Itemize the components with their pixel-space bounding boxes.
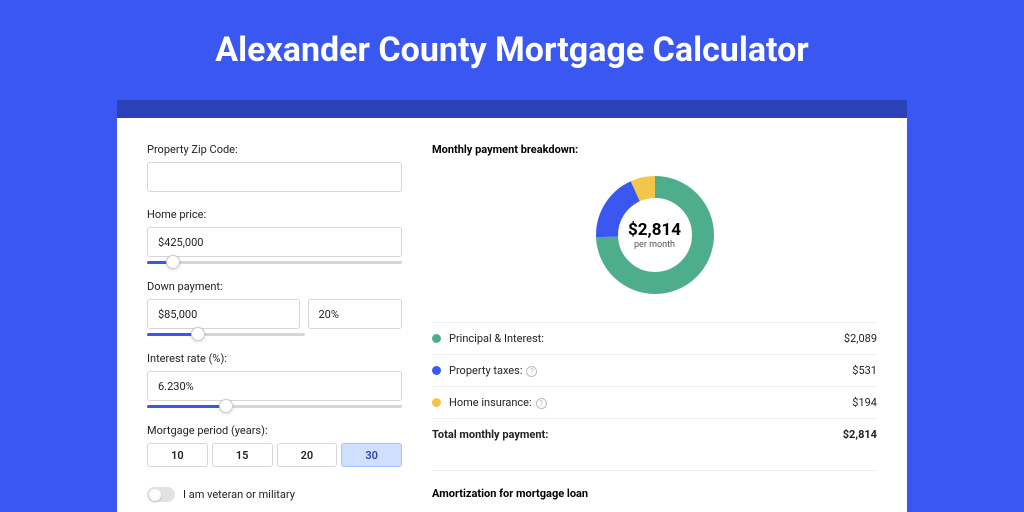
period-field: Mortgage period (years): 10 15 20 30 <box>147 424 402 467</box>
dot-icon <box>432 366 441 375</box>
rate-slider-thumb[interactable] <box>219 399 233 413</box>
total-label: Total monthly payment: <box>432 428 843 441</box>
donut-chart: $2,814 per month <box>432 170 877 300</box>
zip-field: Property Zip Code: <box>147 143 402 192</box>
breakdown-panel: Monthly payment breakdown: $2,814 per mo… <box>432 143 877 512</box>
amort-title: Amortization for mortgage loan <box>432 487 877 500</box>
rate-slider[interactable] <box>147 405 402 408</box>
legend-row-insurance: Home insurance:? $194 <box>432 387 877 419</box>
down-amount-input[interactable] <box>147 299 300 329</box>
banner-strip <box>117 100 907 118</box>
legend-row-taxes: Property taxes:? $531 <box>432 355 877 387</box>
info-icon[interactable]: ? <box>536 398 547 409</box>
legend-name: Home insurance:? <box>449 396 852 409</box>
donut-sub: per month <box>628 240 681 250</box>
legend-row-total: Total monthly payment: $2,814 <box>432 419 877 450</box>
legend: Principal & Interest: $2,089 Property ta… <box>432 322 877 450</box>
breakdown-title: Monthly payment breakdown: <box>432 143 877 156</box>
dot-icon <box>432 334 441 343</box>
donut-center: $2,814 per month <box>628 220 681 250</box>
hero: Alexander County Mortgage Calculator Pro… <box>0 0 1024 512</box>
legend-name: Property taxes:? <box>449 364 852 377</box>
rate-slider-fill <box>147 405 226 408</box>
down-slider[interactable] <box>147 333 305 336</box>
legend-value: $194 <box>852 396 877 409</box>
page-title: Alexander County Mortgage Calculator <box>0 30 1024 70</box>
veteran-label: I am veteran or military <box>183 488 295 501</box>
form-panel: Property Zip Code: Home price: Down paym… <box>147 143 402 512</box>
price-slider-thumb[interactable] <box>166 255 180 269</box>
zip-input[interactable] <box>147 162 402 192</box>
period-30-button[interactable]: 30 <box>341 443 402 467</box>
price-label: Home price: <box>147 208 402 221</box>
price-input[interactable] <box>147 227 402 257</box>
rate-input[interactable] <box>147 371 402 401</box>
price-slider[interactable] <box>147 261 402 264</box>
period-20-button[interactable]: 20 <box>277 443 338 467</box>
info-icon[interactable]: ? <box>526 366 537 377</box>
period-label: Mortgage period (years): <box>147 424 402 437</box>
legend-name: Principal & Interest: <box>449 332 844 345</box>
rate-field: Interest rate (%): <box>147 352 402 408</box>
total-value: $2,814 <box>843 428 877 441</box>
donut-value: $2,814 <box>628 220 681 240</box>
period-15-button[interactable]: 15 <box>212 443 273 467</box>
down-slider-thumb[interactable] <box>191 327 205 341</box>
period-10-button[interactable]: 10 <box>147 443 208 467</box>
zip-label: Property Zip Code: <box>147 143 402 156</box>
legend-row-principal: Principal & Interest: $2,089 <box>432 323 877 355</box>
legend-value: $531 <box>852 364 877 377</box>
down-field: Down payment: <box>147 280 402 336</box>
rate-label: Interest rate (%): <box>147 352 402 365</box>
down-pct-input[interactable] <box>308 299 403 329</box>
veteran-row: I am veteran or military <box>147 487 402 502</box>
calculator-card: Property Zip Code: Home price: Down paym… <box>117 118 907 512</box>
period-group: 10 15 20 30 <box>147 443 402 467</box>
down-label: Down payment: <box>147 280 402 293</box>
veteran-toggle[interactable] <box>147 487 175 502</box>
price-field: Home price: <box>147 208 402 264</box>
dot-icon <box>432 398 441 407</box>
amortization-section: Amortization for mortgage loan Amortizat… <box>432 470 877 512</box>
legend-value: $2,089 <box>844 332 877 345</box>
